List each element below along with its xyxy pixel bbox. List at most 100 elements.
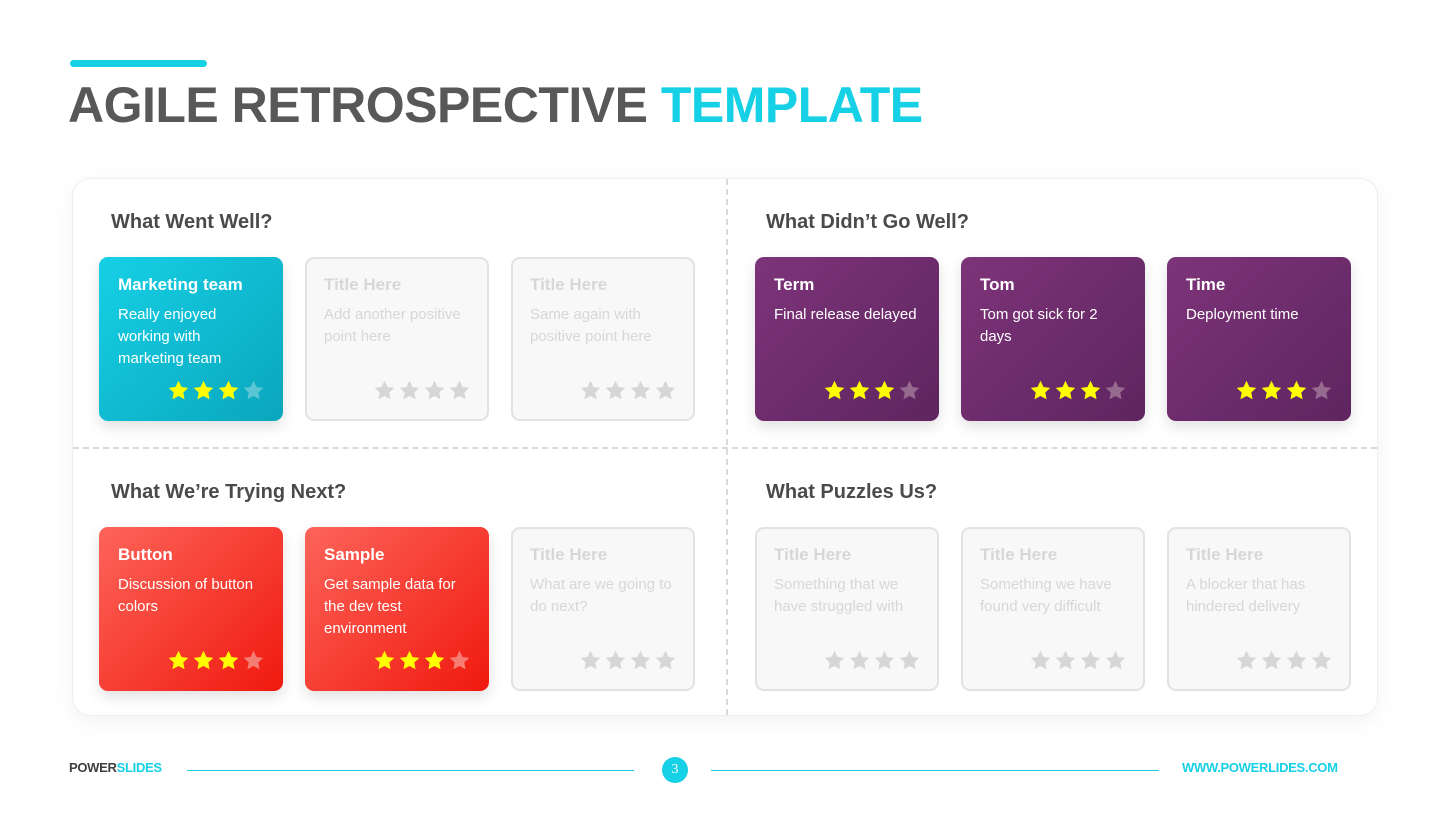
star-rating[interactable] bbox=[823, 649, 921, 672]
star-filled-icon[interactable] bbox=[192, 649, 215, 672]
card-title: Title Here bbox=[980, 545, 1058, 564]
placeholder-card[interactable]: Title Here Add another positive point her… bbox=[305, 257, 489, 421]
star-empty-icon[interactable] bbox=[1310, 649, 1333, 672]
card-title: Title Here bbox=[1186, 545, 1264, 564]
placeholder-card[interactable]: Title Here Something that we have struggl… bbox=[755, 527, 939, 691]
star-empty-icon[interactable] bbox=[448, 649, 471, 672]
star-empty-icon[interactable] bbox=[423, 379, 446, 402]
star-empty-icon[interactable] bbox=[1079, 649, 1102, 672]
quadrant-title: What Didn’t Go Well? bbox=[766, 211, 969, 233]
star-filled-icon[interactable] bbox=[423, 649, 446, 672]
star-empty-icon[interactable] bbox=[654, 649, 677, 672]
retro-card[interactable]: Tom Tom got sick for 2 days bbox=[961, 257, 1145, 421]
retro-card[interactable]: Term Final release delayed bbox=[755, 257, 939, 421]
star-filled-icon[interactable] bbox=[373, 649, 396, 672]
star-empty-icon[interactable] bbox=[1104, 649, 1127, 672]
star-rating[interactable] bbox=[167, 379, 265, 402]
footer-brand-highlight: SLIDES bbox=[116, 760, 162, 775]
retro-card[interactable]: Marketing team Really enjoyed working wit… bbox=[99, 257, 283, 421]
star-filled-icon[interactable] bbox=[1235, 379, 1258, 402]
star-filled-icon[interactable] bbox=[848, 379, 871, 402]
star-empty-icon[interactable] bbox=[629, 649, 652, 672]
card-title: Title Here bbox=[530, 275, 608, 294]
quadrant-title: What We’re Trying Next? bbox=[111, 481, 347, 503]
quadrant-went-well: What Went Well? Marketing team Really enj… bbox=[73, 179, 713, 447]
star-filled-icon[interactable] bbox=[1054, 379, 1077, 402]
placeholder-card[interactable]: Title Here A blocker that has hindered de… bbox=[1167, 527, 1351, 691]
card-title: Title Here bbox=[774, 545, 852, 564]
footer-url[interactable]: WWW.POWERLIDES.COM bbox=[1182, 760, 1338, 775]
star-rating[interactable] bbox=[167, 649, 265, 672]
star-empty-icon[interactable] bbox=[1054, 649, 1077, 672]
retro-card[interactable]: Sample Get sample data for the dev test e… bbox=[305, 527, 489, 691]
page-number-badge: 3 bbox=[662, 757, 688, 783]
star-empty-icon[interactable] bbox=[1285, 649, 1308, 672]
star-empty-icon[interactable] bbox=[654, 379, 677, 402]
card-text: Tom got sick for 2 days bbox=[980, 306, 1098, 345]
star-empty-icon[interactable] bbox=[242, 379, 265, 402]
retrospective-board: What Went Well? Marketing team Really enj… bbox=[72, 178, 1378, 716]
placeholder-card[interactable]: Title Here Same again with positive point… bbox=[511, 257, 695, 421]
star-empty-icon[interactable] bbox=[898, 379, 921, 402]
star-empty-icon[interactable] bbox=[823, 649, 846, 672]
star-filled-icon[interactable] bbox=[873, 379, 896, 402]
quadrant-title: What Went Well? bbox=[111, 211, 273, 233]
star-empty-icon[interactable] bbox=[898, 649, 921, 672]
star-filled-icon[interactable] bbox=[1029, 379, 1052, 402]
star-empty-icon[interactable] bbox=[1029, 649, 1052, 672]
star-empty-icon[interactable] bbox=[579, 649, 602, 672]
star-rating[interactable] bbox=[1029, 379, 1127, 402]
page-title-main: AGILE RETROSPECTIVE bbox=[68, 77, 648, 133]
footer-brand-main: POWER bbox=[69, 760, 117, 775]
card-title: Sample bbox=[324, 545, 385, 564]
star-empty-icon[interactable] bbox=[1310, 379, 1333, 402]
star-empty-icon[interactable] bbox=[1260, 649, 1283, 672]
star-empty-icon[interactable] bbox=[373, 379, 396, 402]
card-list: Marketing team Really enjoyed working wit… bbox=[99, 257, 695, 421]
card-text: Something we have found very difficult bbox=[980, 576, 1112, 615]
star-empty-icon[interactable] bbox=[1235, 649, 1258, 672]
star-empty-icon[interactable] bbox=[1104, 379, 1127, 402]
footer-line-left bbox=[187, 770, 634, 771]
star-rating[interactable] bbox=[579, 649, 677, 672]
star-empty-icon[interactable] bbox=[398, 379, 421, 402]
star-empty-icon[interactable] bbox=[242, 649, 265, 672]
star-rating[interactable] bbox=[579, 379, 677, 402]
card-text: What are we going to do next? bbox=[530, 576, 672, 615]
star-filled-icon[interactable] bbox=[217, 379, 240, 402]
retro-card[interactable]: Button Discussion of button colors bbox=[99, 527, 283, 691]
star-filled-icon[interactable] bbox=[167, 649, 190, 672]
retro-card[interactable]: Time Deployment time bbox=[1167, 257, 1351, 421]
star-rating[interactable] bbox=[1235, 649, 1333, 672]
star-empty-icon[interactable] bbox=[448, 379, 471, 402]
star-rating[interactable] bbox=[373, 379, 471, 402]
star-filled-icon[interactable] bbox=[1285, 379, 1308, 402]
star-filled-icon[interactable] bbox=[167, 379, 190, 402]
footer-brand: POWERSLIDES bbox=[69, 760, 162, 775]
card-title: Marketing team bbox=[118, 275, 243, 294]
star-filled-icon[interactable] bbox=[823, 379, 846, 402]
star-filled-icon[interactable] bbox=[1079, 379, 1102, 402]
star-empty-icon[interactable] bbox=[629, 379, 652, 402]
quadrant-trying-next: What We’re Trying Next? Button Discussion… bbox=[73, 449, 713, 717]
star-empty-icon[interactable] bbox=[848, 649, 871, 672]
star-filled-icon[interactable] bbox=[398, 649, 421, 672]
star-empty-icon[interactable] bbox=[604, 379, 627, 402]
card-title: Time bbox=[1186, 275, 1226, 294]
star-empty-icon[interactable] bbox=[579, 379, 602, 402]
card-text: A blocker that has hindered delivery bbox=[1186, 576, 1306, 615]
star-rating[interactable] bbox=[823, 379, 921, 402]
star-filled-icon[interactable] bbox=[217, 649, 240, 672]
star-filled-icon[interactable] bbox=[1260, 379, 1283, 402]
star-empty-icon[interactable] bbox=[604, 649, 627, 672]
star-filled-icon[interactable] bbox=[192, 379, 215, 402]
star-rating[interactable] bbox=[1029, 649, 1127, 672]
star-empty-icon[interactable] bbox=[873, 649, 896, 672]
star-rating[interactable] bbox=[1235, 379, 1333, 402]
star-rating[interactable] bbox=[373, 649, 471, 672]
card-text: Same again with positive point here bbox=[530, 306, 652, 345]
placeholder-card[interactable]: Title Here Something we have found very d… bbox=[961, 527, 1145, 691]
placeholder-card[interactable]: Title Here What are we going to do next? bbox=[511, 527, 695, 691]
card-text: Final release delayed bbox=[774, 306, 917, 323]
card-text: Deployment time bbox=[1186, 306, 1299, 323]
